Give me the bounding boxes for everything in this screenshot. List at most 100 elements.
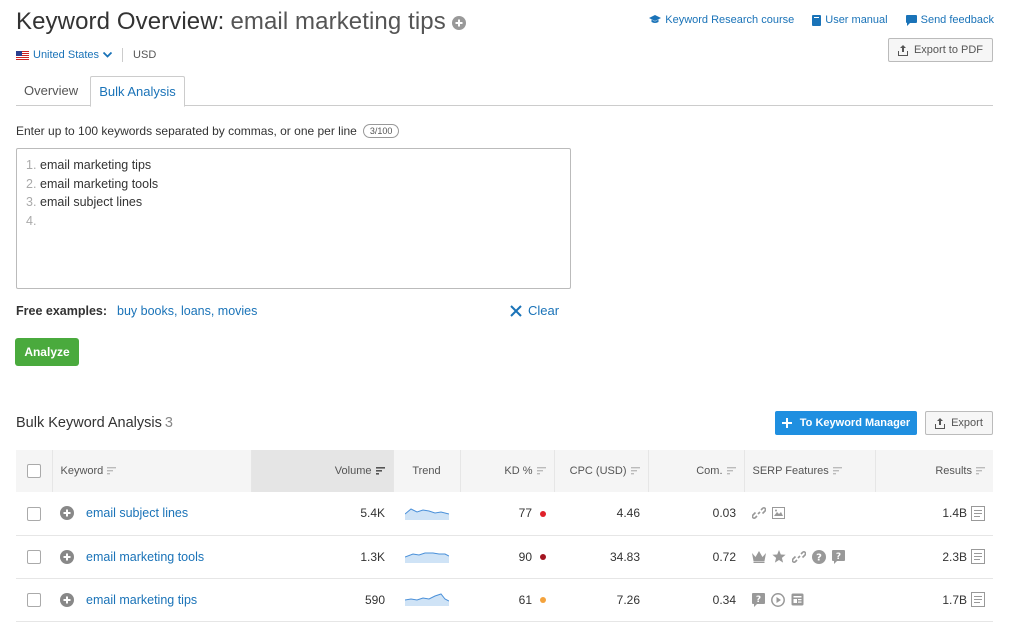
keyword-link[interactable]: email subject lines xyxy=(86,506,188,520)
title-keyword: email marketing tips xyxy=(230,8,446,35)
serp-snapshot-icon[interactable] xyxy=(971,592,985,607)
line-number: 3. xyxy=(26,195,37,209)
tab-bulk-analysis[interactable]: Bulk Analysis xyxy=(90,76,185,107)
textarea-line: 4. xyxy=(26,212,561,231)
add-to-list-icon[interactable] xyxy=(60,506,74,521)
volume-cell: 5.4K xyxy=(360,506,385,521)
page-title: Keyword Overview: email marketing tips xyxy=(16,8,446,36)
keyword-cell: email marketing tips xyxy=(52,578,251,621)
crown-icon xyxy=(752,550,766,563)
graduation-cap-icon xyxy=(649,15,662,23)
serp-snapshot-icon[interactable] xyxy=(971,505,985,521)
select-all-cell xyxy=(16,450,53,492)
free-examples-link[interactable]: buy books, loans, movies xyxy=(117,304,257,318)
col-cpc[interactable]: CPC (USD) xyxy=(554,450,649,492)
sort-icon xyxy=(536,467,546,475)
competition-cell: 0.34 xyxy=(712,592,736,607)
serp-snapshot-icon[interactable] xyxy=(971,549,985,564)
textarea-line: 1. email marketing tips xyxy=(26,156,561,175)
row-select-cell xyxy=(16,578,52,621)
add-to-list-icon[interactable] xyxy=(60,592,74,607)
col-kd-label: KD % xyxy=(504,465,533,477)
col-keyword[interactable]: Keyword xyxy=(52,450,252,492)
keyword-research-course-link[interactable]: Keyword Research course xyxy=(649,14,794,26)
send-feedback-link[interactable]: Send feedback xyxy=(905,14,994,26)
svg-text:?: ? xyxy=(816,552,822,563)
export-pdf-label: Export to PDF xyxy=(913,44,984,56)
row-checkbox[interactable] xyxy=(27,506,41,521)
export-to-pdf-button[interactable]: Export to PDF xyxy=(888,38,993,62)
table-row: email subject lines 5.4K 77 4.46 0.03 1.… xyxy=(16,492,993,535)
select-all-checkbox[interactable] xyxy=(26,464,41,478)
us-flag-icon xyxy=(16,50,29,60)
results-value: 2.3B xyxy=(942,549,967,564)
kd-difficulty-dot xyxy=(540,597,546,604)
to-keyword-manager-button[interactable]: To Keyword Manager xyxy=(775,411,917,435)
results-title-text: Bulk Keyword Analysis xyxy=(16,415,162,431)
col-serp-features[interactable]: SERP Features xyxy=(744,450,876,492)
results-value: 1.4B xyxy=(942,506,967,521)
user-manual-link[interactable]: User manual xyxy=(812,14,888,26)
trend-sparkline xyxy=(404,508,449,520)
col-competition[interactable]: Com. xyxy=(648,450,745,492)
kd-cell: 61 xyxy=(460,578,554,621)
book-icon xyxy=(812,14,822,26)
kd-cell: 77 xyxy=(460,492,554,535)
database-selector[interactable]: United States xyxy=(16,49,113,61)
close-icon xyxy=(510,304,522,317)
row-checkbox[interactable] xyxy=(27,549,41,564)
kd-value: 90 xyxy=(518,549,532,564)
tab-overview[interactable]: Overview xyxy=(16,76,86,106)
feedback-link-label: Send feedback xyxy=(920,14,994,26)
kd-difficulty-dot xyxy=(540,511,546,518)
cpc-cell: 7.26 xyxy=(616,592,640,607)
line-text: email marketing tips xyxy=(40,158,152,172)
keywords-textarea[interactable]: 1. email marketing tips 2. email marketing… xyxy=(16,148,571,289)
export-button[interactable]: Export xyxy=(925,411,993,435)
row-checkbox[interactable] xyxy=(27,592,41,607)
sort-icon xyxy=(726,467,736,475)
col-results[interactable]: Results xyxy=(875,450,993,492)
kd-value: 77 xyxy=(518,506,532,521)
kd-difficulty-dot xyxy=(540,554,546,561)
col-volume[interactable]: Volume xyxy=(251,450,394,492)
keyword-cell: email marketing tools xyxy=(52,535,251,578)
chevron-down-icon xyxy=(103,52,113,58)
line-text: email marketing tools xyxy=(40,176,159,191)
link-icon xyxy=(792,550,806,563)
clear-button[interactable]: Clear xyxy=(510,303,559,318)
keyword-link[interactable]: email marketing tools xyxy=(86,550,204,564)
currency-label: USD xyxy=(133,49,157,61)
add-to-list-icon[interactable] xyxy=(60,549,74,564)
volume-cell: 1.3K xyxy=(360,549,385,564)
row-select-cell xyxy=(16,535,52,578)
keyword-counter-badge: 3/100 xyxy=(362,124,400,138)
keyword-link[interactable]: email marketing tips xyxy=(86,593,197,607)
clear-label: Clear xyxy=(528,303,560,318)
sort-icon xyxy=(630,467,640,475)
results-cell: 2.3B xyxy=(875,535,993,578)
col-kd[interactable]: KD % xyxy=(460,450,555,492)
col-results-label: Results xyxy=(935,465,972,477)
title-prefix: Keyword Overview: xyxy=(16,8,225,35)
col-keyword-label: Keyword xyxy=(60,465,104,477)
results-cell: 1.7B xyxy=(875,578,993,621)
instruction-text: Enter up to 100 keywords separated by co… xyxy=(16,124,357,138)
trend-cell xyxy=(393,535,460,578)
table-header-row: Keyword Volume Trend KD % CPC (USD) Com.… xyxy=(16,450,993,492)
col-trend: Trend xyxy=(393,450,461,492)
keyword-manager-label: To Keyword Manager xyxy=(799,417,911,429)
sort-icon xyxy=(832,467,842,475)
col-com-label: Com. xyxy=(696,465,723,477)
keyword-cell: email subject lines xyxy=(52,492,251,535)
question-icon: ? xyxy=(812,549,826,564)
upload-icon xyxy=(897,44,908,56)
competition-cell: 0.72 xyxy=(712,549,736,564)
page-title-row: Keyword Overview: email marketing tips xyxy=(16,8,466,36)
serp-features-cell: ? ? xyxy=(744,535,875,578)
add-keyword-icon[interactable] xyxy=(451,15,466,33)
news-icon xyxy=(791,593,804,606)
results-cell: 1.4B xyxy=(875,492,993,535)
analyze-button[interactable]: Analyze xyxy=(15,338,79,366)
line-number: 2. xyxy=(26,176,37,191)
